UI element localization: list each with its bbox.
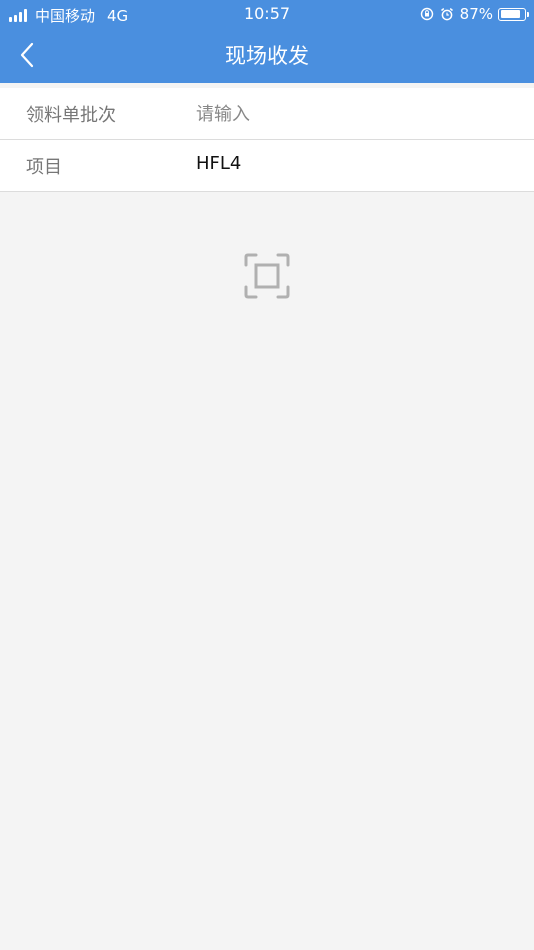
orientation-lock-icon xyxy=(420,7,433,21)
scan-icon[interactable] xyxy=(244,253,290,299)
alarm-icon xyxy=(440,8,453,21)
batch-label: 领料单批次 xyxy=(26,105,116,126)
page-title: 现场收发 xyxy=(225,44,309,68)
status-bar-right: 87% xyxy=(420,5,529,23)
battery-fill xyxy=(500,10,520,18)
project-label: 项目 xyxy=(26,157,62,178)
batch-input[interactable] xyxy=(196,97,496,131)
battery-tip xyxy=(527,12,529,17)
battery-percent: 87% xyxy=(459,5,493,23)
app-header: 中国移动 4G 10:57 87% 现场收发 xyxy=(0,0,534,83)
battery-icon xyxy=(498,7,529,21)
batch-row: 领料单批次 xyxy=(0,88,534,140)
status-bar: 中国移动 4G 10:57 87% xyxy=(0,0,534,28)
form: 领料单批次 项目 HFL4 xyxy=(0,88,534,192)
project-row[interactable]: 项目 HFL4 xyxy=(0,140,534,192)
project-value: HFL4 xyxy=(196,153,242,174)
